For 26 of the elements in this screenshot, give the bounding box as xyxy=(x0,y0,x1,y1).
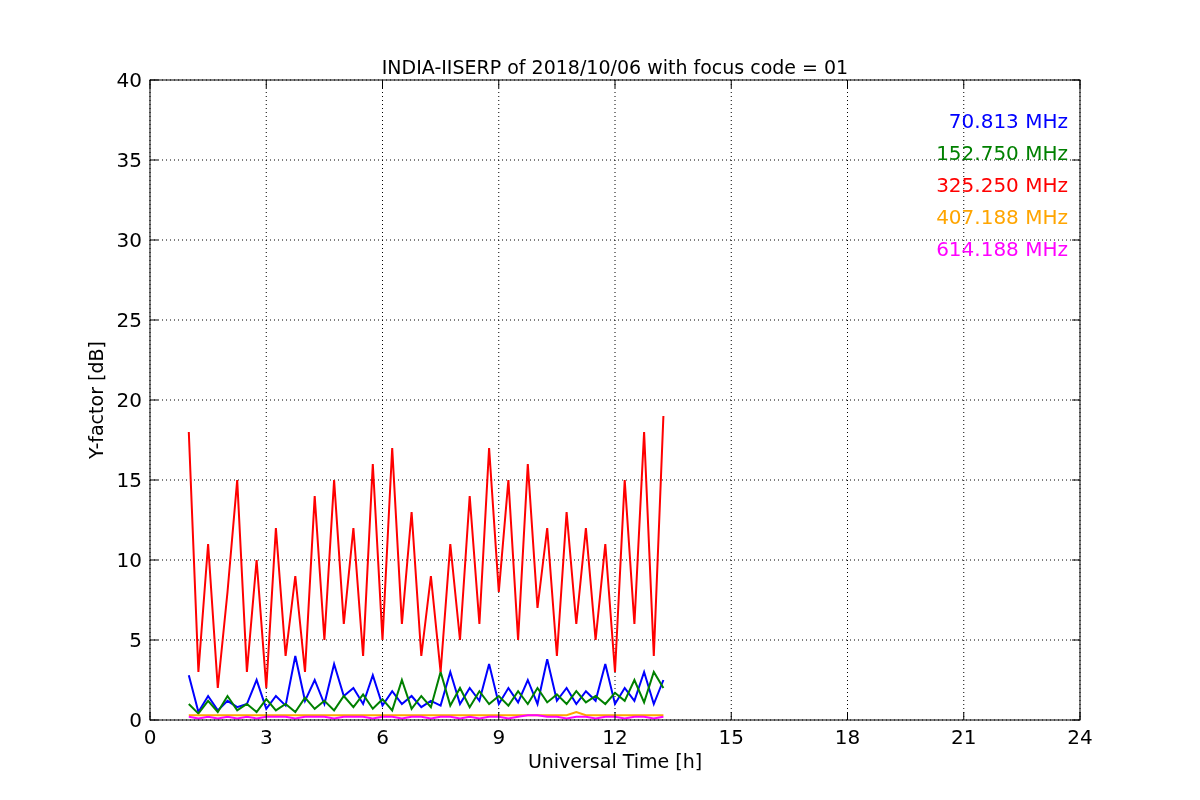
y-tick-label: 40 xyxy=(116,68,142,92)
x-tick-label: 9 xyxy=(492,725,506,749)
x-tick-label: 12 xyxy=(602,725,628,749)
y-tick-label: 20 xyxy=(116,388,142,412)
y-tick-label: 0 xyxy=(129,708,142,732)
y-axis-label: Y-factor [dB] xyxy=(85,341,107,459)
x-tick-label: 18 xyxy=(834,725,861,749)
y-tick-label: 25 xyxy=(116,308,142,332)
x-tick-label: 6 xyxy=(376,725,389,749)
x-tick-label: 21 xyxy=(951,725,977,749)
x-tick-label: 15 xyxy=(718,725,744,749)
y-tick-label: 35 xyxy=(116,148,142,172)
y-tick-label: 30 xyxy=(116,228,142,252)
x-axis-label: Universal Time [h] xyxy=(527,750,703,772)
legend-label: 70.813 MHz xyxy=(948,109,1068,133)
y-tick-label: 15 xyxy=(116,468,142,492)
x-tick-label: 0 xyxy=(143,725,157,749)
y-tick-label: 10 xyxy=(116,548,142,572)
chart-title: INDIA-IISERP of 2018/10/06 with focus code = 01 xyxy=(381,56,849,78)
legend-label: 325.250 MHz xyxy=(936,173,1068,197)
legend-label: 152.750 MHz xyxy=(936,141,1068,165)
x-tick-label: 3 xyxy=(259,725,273,749)
y-tick-label: 5 xyxy=(129,628,142,652)
legend-label: 614.188 MHz xyxy=(936,237,1068,261)
legend-label: 407.188 MHz xyxy=(936,205,1068,229)
x-tick-label: 24 xyxy=(1067,725,1093,749)
